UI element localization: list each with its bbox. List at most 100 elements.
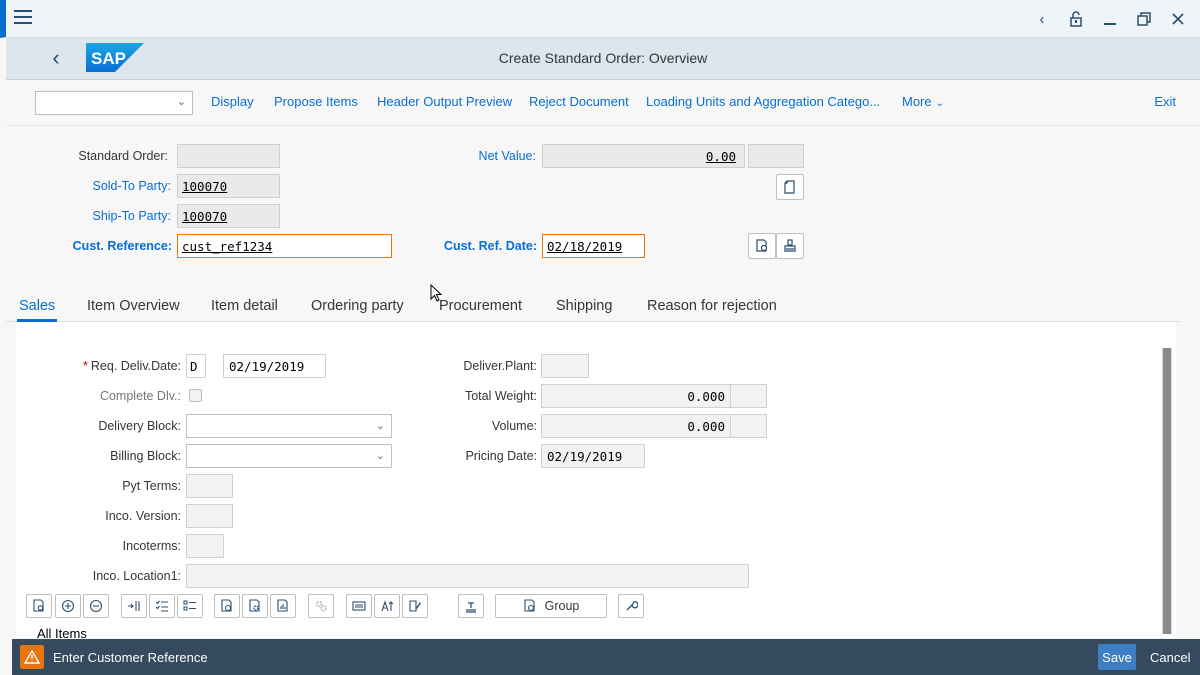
req-deliv-date-type-field[interactable]: D — [186, 354, 206, 378]
net-value-field[interactable]: 0.00 — [542, 144, 745, 168]
item-schedule-button[interactable] — [270, 594, 296, 618]
item-configuration-button[interactable] — [242, 594, 268, 618]
remove-circle-icon — [89, 599, 103, 613]
wrench-icon — [626, 601, 638, 611]
pyt-terms-label: Pyt Terms: — [122, 479, 181, 493]
tab-sales[interactable]: Sales — [16, 298, 58, 322]
sort-ascending-button[interactable] — [374, 594, 400, 618]
toolbar-select[interactable]: ⌄ — [35, 91, 193, 115]
inco-location-field[interactable] — [186, 564, 749, 588]
upload-icon — [466, 602, 476, 613]
cust-ref-date-input[interactable]: 02/18/2019 — [542, 234, 645, 258]
details-button[interactable] — [26, 594, 52, 618]
net-value-value: 0.00 — [705, 149, 736, 164]
weight-unit-field[interactable] — [730, 384, 767, 408]
stamp-icon — [784, 239, 796, 252]
req-deliv-date-input[interactable]: 02/19/2019 — [223, 354, 326, 378]
copy-document-button[interactable] — [776, 174, 804, 200]
header-output-preview-button[interactable]: Header Output Preview — [377, 94, 512, 109]
ship-to-party-label: Ship-To Party: — [92, 209, 171, 223]
save-button[interactable]: Save — [1098, 644, 1136, 670]
sold-to-party-field[interactable]: 100070 — [177, 174, 280, 198]
document-edit-icon — [409, 600, 421, 612]
total-weight-field[interactable]: 0.000 — [541, 384, 731, 408]
indent-button[interactable] — [121, 594, 147, 618]
req-deliv-date-label-text: Req. Deliv.Date: — [90, 359, 181, 373]
add-circle-icon — [61, 599, 75, 613]
chevron-down-icon: ⌄ — [176, 96, 186, 108]
deselect-all-button[interactable] — [177, 594, 203, 618]
ship-to-party-value: 100070 — [182, 209, 228, 224]
close-icon[interactable] — [1166, 7, 1190, 31]
standard-order-label: Standard Order: — [78, 149, 168, 163]
billing-block-dropdown[interactable]: ⌄ — [186, 444, 392, 468]
more-label: More — [902, 94, 932, 109]
menu-icon[interactable] — [14, 10, 32, 28]
toolbar: ⌄ Display Propose Items Header Output Pr… — [6, 80, 1200, 126]
tab-item-overview[interactable]: Item Overview — [87, 298, 180, 314]
delete-item-button[interactable] — [83, 594, 109, 618]
deliver-plant-field[interactable] — [541, 354, 589, 378]
cust-reference-value: cust_ref1234 — [182, 239, 273, 254]
delivery-block-dropdown[interactable]: ⌄ — [186, 414, 392, 438]
cancel-button[interactable]: Cancel — [1150, 650, 1190, 665]
volume-value: 0.000 — [687, 419, 725, 434]
tab-ordering-party[interactable]: Ordering party — [311, 298, 404, 314]
total-weight-value: 0.000 — [687, 389, 725, 404]
volume-unit-field[interactable] — [730, 414, 767, 438]
minimize-icon[interactable] — [1098, 7, 1122, 31]
select-all-button[interactable] — [149, 594, 175, 618]
cust-reference-input[interactable]: cust_ref1234 — [177, 234, 392, 258]
incoterms-field[interactable] — [186, 534, 224, 558]
delivery-block-label: Delivery Block: — [98, 419, 181, 433]
cust-reference-label: Cust. Reference: — [72, 239, 172, 253]
unlock-icon[interactable] — [1064, 7, 1088, 31]
tab-shipping[interactable]: Shipping — [556, 298, 612, 314]
scrollbar-thumb[interactable] — [1163, 348, 1171, 634]
table-icon — [352, 601, 366, 611]
document-search-icon — [33, 599, 44, 612]
pricing-date-label: Pricing Date: — [465, 449, 537, 463]
back-button[interactable]: ‹ — [44, 47, 68, 71]
display-button[interactable]: Display — [211, 94, 254, 109]
volume-field[interactable]: 0.000 — [541, 414, 731, 438]
add-item-button[interactable] — [55, 594, 81, 618]
billing-block-label: Billing Block: — [110, 449, 181, 463]
configuration-button[interactable] — [308, 594, 334, 618]
pyt-terms-field[interactable] — [186, 474, 233, 498]
document-search-icon — [756, 239, 768, 252]
currency-field[interactable] — [748, 144, 804, 168]
propose-items-button[interactable]: Propose Items — [274, 94, 358, 109]
item-conditions-button[interactable] — [214, 594, 240, 618]
exit-button[interactable]: Exit — [1154, 94, 1176, 109]
tab-item-detail[interactable]: Item detail — [211, 298, 278, 314]
settings-button[interactable] — [618, 594, 644, 618]
ship-to-party-field[interactable]: 100070 — [177, 204, 280, 228]
display-doc-flow-button[interactable] — [748, 233, 776, 259]
standard-order-field[interactable] — [177, 144, 280, 168]
vertical-scrollbar[interactable] — [1162, 348, 1172, 634]
tab-procurement[interactable]: Procurement — [439, 298, 522, 314]
reject-document-button[interactable]: Reject Document — [529, 94, 629, 109]
stamp-button[interactable] — [776, 233, 804, 259]
more-button[interactable]: More ⌄ — [902, 94, 944, 109]
volume-label: Volume: — [491, 419, 537, 433]
restore-icon[interactable] — [1132, 7, 1156, 31]
checklist-icon — [155, 600, 168, 612]
filter-button[interactable] — [402, 594, 428, 618]
complete-dlv-checkbox[interactable] — [189, 389, 202, 402]
sort-button[interactable] — [346, 594, 372, 618]
chevron-left-icon[interactable]: ‹ — [1030, 7, 1054, 31]
pricing-date-value: 02/19/2019 — [547, 449, 623, 464]
tab-reason-for-rejection[interactable]: Reason for rejection — [647, 298, 777, 314]
warning-icon[interactable] — [20, 645, 44, 669]
inco-version-field[interactable] — [186, 504, 233, 528]
loading-units-button[interactable]: Loading Units and Aggregation Catego... — [646, 94, 880, 109]
upload-button[interactable] — [458, 594, 484, 618]
cust-ref-date-label: Cust. Ref. Date: — [443, 239, 537, 253]
chevron-down-icon: ⌄ — [375, 420, 385, 432]
group-button[interactable]: Group — [495, 594, 607, 618]
net-value-label: Net Value: — [478, 149, 536, 163]
pricing-date-field[interactable]: 02/19/2019 — [541, 444, 645, 468]
group-button-label: Group — [544, 599, 580, 613]
